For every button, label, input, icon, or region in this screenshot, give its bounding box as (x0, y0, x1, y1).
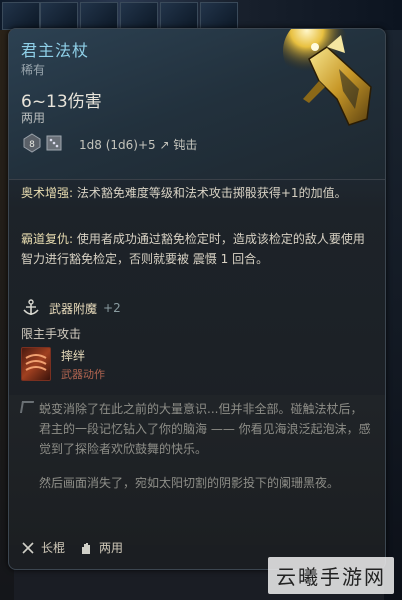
bludgeon-icon: ↗ (159, 138, 170, 152)
inventory-slot (200, 2, 238, 30)
inventory-slot (120, 2, 158, 30)
section-divider (9, 179, 385, 180)
enchant-label: 武器附魔 (49, 301, 98, 316)
background-inventory-strip (0, 0, 402, 30)
watermark: 云曦手游网 (268, 557, 394, 594)
passive-name: 霸道复仇: (21, 232, 74, 246)
passive-text: 法术豁免难度等级和法术攻击掷骰获得+1的加值。 (76, 186, 347, 200)
inventory-slot (2, 2, 40, 30)
die-value: 8 (29, 140, 35, 150)
passive-overbearing-revenge: 霸道复仇: 使用者成功通过豁免检定时，造成该检定的敌人要使用智力进行豁免检定，否… (21, 229, 371, 269)
lore-paragraph-1: 蜕变消除了在此之前的大量意识...但并非全部。碰触法杖后，君主的一段记忆钻入了你… (39, 402, 371, 456)
d8-die-icon: 8 (23, 133, 41, 153)
damage-type: 钝击 (173, 138, 198, 152)
inventory-slot (40, 2, 78, 30)
damage-formula: 1d8 (1d6)+5 ↗ 钝击 (79, 136, 197, 153)
action-type: 武器动作 (61, 368, 105, 381)
lore-paragraph-2: 然后画面消失了，宛如太阳切割的阴影投下的阑珊黑夜。 (39, 476, 340, 490)
enchantment-row: 武器附魔 +2 (21, 299, 121, 317)
crossed-staff-icon (22, 541, 34, 554)
weapon-type-label: 长棍 (41, 541, 66, 555)
background-right-edge (384, 30, 402, 600)
hand-icon (82, 542, 91, 554)
quote-mark-icon (19, 401, 35, 413)
enchant-value: +2 (103, 301, 121, 315)
item-handedness: 两用 (21, 111, 46, 125)
attack-restriction: 限主手攻击 (21, 327, 82, 341)
hand-type: 两用 (79, 539, 123, 556)
inventory-slot (80, 2, 118, 30)
hand-type-label: 两用 (99, 541, 124, 555)
footer-properties: 长棍 两用 (21, 539, 137, 556)
inventory-slot (160, 2, 198, 30)
passive-arcane-enhancement: 奥术增强: 法术豁免难度等级和法术攻击掷骰获得+1的加值。 (21, 183, 371, 203)
dice-formula: 1d8 (1d6)+5 (79, 138, 156, 152)
d6-die-icon (46, 135, 62, 151)
passive-name: 奥术增强: (21, 186, 74, 200)
action-name: 摔绊 (61, 349, 86, 363)
passive-text: 使用者成功通过豁免检定时，造成该检定的敌人要使用智力进行豁免检定，否则就要被 震… (21, 232, 365, 266)
damage-dice-row: 8 1d8 (1d6)+5 ↗ 钝击 (23, 133, 223, 159)
staff-item-image (283, 29, 372, 126)
item-tooltip: 君主法杖 稀有 6~13伤害 两用 8 1d8 (1d6)+5 ↗ 钝击 奥术增… (8, 28, 386, 570)
lore-section: 蜕变消除了在此之前的大量意识...但并非全部。碰触法杖后，君主的一段记忆钻入了你… (9, 395, 385, 545)
topple-action-icon[interactable] (21, 347, 51, 381)
anchor-enchant-icon (23, 299, 39, 315)
weapon-type: 长棍 (21, 539, 65, 556)
item-name: 君主法杖 (21, 41, 90, 60)
item-rarity: 稀有 (21, 63, 46, 77)
